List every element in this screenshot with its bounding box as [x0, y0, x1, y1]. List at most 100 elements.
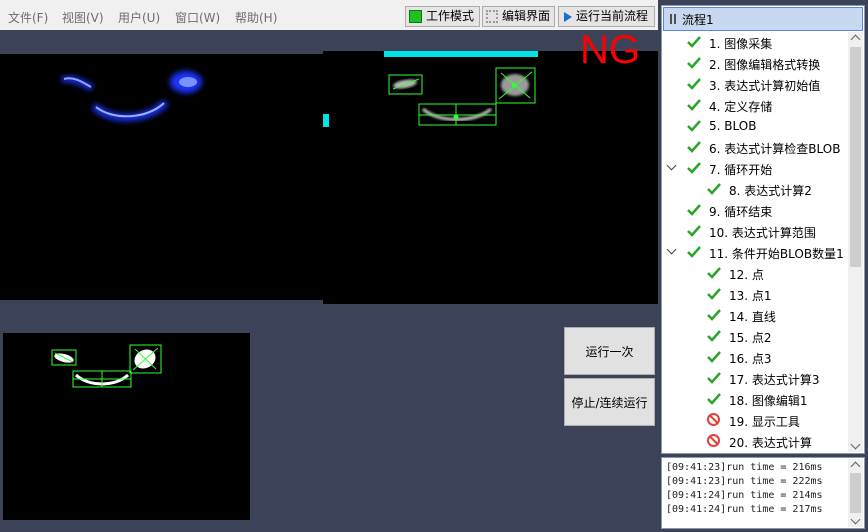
run-current-flow-label: 运行当前流程 [576, 9, 649, 23]
flow-step[interactable]: 11. 条件开始BLOB数量1 [662, 242, 848, 263]
check-icon [687, 120, 701, 132]
flow-step[interactable]: 4. 定义存储 [662, 95, 848, 116]
flow-step-label: 16. 点3 [729, 352, 772, 366]
play-icon [564, 11, 572, 22]
flow-step-label: 6. 表达式计算检查BLOB [709, 142, 841, 156]
flow-step[interactable]: 2. 图像编辑格式转换 [662, 53, 848, 74]
blob-image-view[interactable] [3, 333, 250, 520]
scroll-thumb[interactable] [850, 47, 861, 267]
flow-step[interactable]: 5. BLOB [662, 116, 848, 137]
menu-user[interactable]: 用户(U) [118, 9, 160, 26]
chevron-down-icon[interactable] [666, 160, 677, 171]
log-scroll-up-icon[interactable] [850, 461, 861, 472]
check-icon [707, 288, 721, 300]
flow-step[interactable]: 12. 点 [662, 263, 848, 284]
flow-step[interactable]: 16. 点3 [662, 347, 848, 368]
flow-step[interactable]: 15. 点2 [662, 326, 848, 347]
log-line: [09:41:24]run time = 217ms [666, 504, 823, 515]
flow-step-label: 20. 表达式计算 [729, 436, 812, 450]
flow-step[interactable]: 6. 表达式计算检查BLOB [662, 137, 848, 158]
scroll-up-icon[interactable] [850, 34, 861, 45]
work-mode-label: 工作模式 [426, 9, 475, 23]
menubar: 文件(F) 视图(V) 用户(U) 窗口(W) 帮助(H) 工作模式 编辑界面 … [0, 0, 658, 30]
cyan-bar-top [384, 51, 538, 57]
flow-step-label: 13. 点1 [729, 289, 772, 303]
flow-step-label: 9. 循环结束 [709, 205, 773, 219]
flow-step[interactable]: 14. 直线 [662, 305, 848, 326]
edit-ui-button[interactable]: 编辑界面 [482, 6, 555, 27]
check-icon [687, 225, 701, 237]
result-status: NG [580, 28, 640, 72]
flow-panel: 流程1 1. 图像采集 2. 图像编辑格式转换 3. 表达式计算初始值 4. 定义存储… [661, 5, 865, 454]
flow-step-label: 17. 表达式计算3 [729, 373, 820, 387]
stop-continuous-button[interactable]: 停止/连续运行 [564, 378, 655, 426]
flow-step[interactable]: 17. 表达式计算3 [662, 368, 848, 389]
flow-step-label: 15. 点2 [729, 331, 772, 345]
processed-image-view[interactable] [323, 51, 658, 304]
check-icon [707, 393, 721, 405]
flow-step[interactable]: 13. 点1 [662, 284, 848, 305]
raw-image-view[interactable] [0, 54, 323, 300]
flow-step-label: 3. 表达式计算初始值 [709, 79, 821, 93]
flow-title: 流程1 [682, 12, 714, 27]
chevron-down-icon[interactable] [666, 244, 677, 255]
log-scroll-thumb[interactable] [850, 473, 861, 513]
flow-step[interactable]: 7. 循环开始 [662, 158, 848, 179]
flow-step-label: 2. 图像编辑格式转换 [709, 58, 821, 72]
edit-ui-icon [486, 10, 498, 23]
log-scroll-down-icon[interactable] [850, 514, 861, 525]
log-line: [09:41:23]run time = 222ms [666, 476, 823, 487]
check-icon [707, 351, 721, 363]
flow-step-label: 8. 表达式计算2 [729, 184, 812, 198]
work-mode-icon [409, 10, 422, 23]
raw-image-canvas [60, 71, 202, 121]
blob-image-canvas [51, 344, 162, 388]
check-icon [707, 183, 721, 195]
flow-step[interactable]: 19. 显示工具 [662, 410, 848, 431]
check-icon [707, 309, 721, 321]
check-icon [707, 372, 721, 384]
log-line: [09:41:23]run time = 216ms [666, 462, 823, 473]
check-icon [687, 36, 701, 48]
scroll-down-icon[interactable] [850, 439, 861, 450]
flow-step[interactable]: 20. 表达式计算 [662, 431, 848, 452]
flow-step-label: 7. 循环开始 [709, 163, 773, 177]
flow-step-label: 11. 条件开始BLOB数量1 [709, 247, 844, 261]
check-icon [707, 267, 721, 279]
menu-file[interactable]: 文件(F) [8, 9, 48, 26]
menu-help[interactable]: 帮助(H) [235, 9, 277, 26]
run-once-label: 运行一次 [585, 344, 634, 359]
check-icon [687, 57, 701, 69]
menu-window[interactable]: 窗口(W) [175, 9, 220, 26]
flow-step[interactable]: 1. 图像采集 [662, 32, 848, 53]
check-icon [687, 204, 701, 216]
work-mode-button[interactable]: 工作模式 [405, 6, 480, 27]
processed-image-canvas [323, 51, 538, 127]
run-once-button[interactable]: 运行一次 [564, 327, 655, 375]
flow-step[interactable]: 3. 表达式计算初始值 [662, 74, 848, 95]
edit-ui-label: 编辑界面 [501, 9, 550, 23]
flow-step-label: 4. 定义存储 [709, 100, 773, 114]
flow-step-label: 18. 图像编辑1 [729, 394, 808, 408]
flow-step[interactable]: 10. 表达式计算范围 [662, 221, 848, 242]
flow-scrollbar[interactable] [848, 32, 863, 452]
stop-continuous-label: 停止/连续运行 [571, 395, 648, 410]
check-icon [687, 78, 701, 90]
flow-step-label: 12. 点 [729, 268, 764, 282]
flow-step-label: 14. 直线 [729, 310, 776, 324]
menu-view[interactable]: 视图(V) [62, 9, 104, 26]
log-scrollbar[interactable] [848, 459, 863, 527]
run-current-flow-button[interactable]: 运行当前流程 [558, 6, 655, 27]
flow-step-label: 19. 显示工具 [729, 415, 800, 429]
pause-icon[interactable] [670, 14, 676, 24]
check-icon [687, 141, 701, 153]
flow-header[interactable]: 流程1 [663, 7, 863, 31]
flow-step[interactable]: 18. 图像编辑1 [662, 389, 848, 410]
flow-step-label: 5. BLOB [709, 119, 757, 133]
check-icon [707, 330, 721, 342]
flow-step-label: 1. 图像采集 [709, 37, 773, 51]
log-panel: [09:41:23]run time = 216ms [09:41:23]run… [661, 457, 865, 529]
flow-step[interactable]: 9. 循环结束 [662, 200, 848, 221]
flow-step[interactable]: 8. 表达式计算2 [662, 179, 848, 200]
cyan-bar-left [323, 114, 329, 127]
